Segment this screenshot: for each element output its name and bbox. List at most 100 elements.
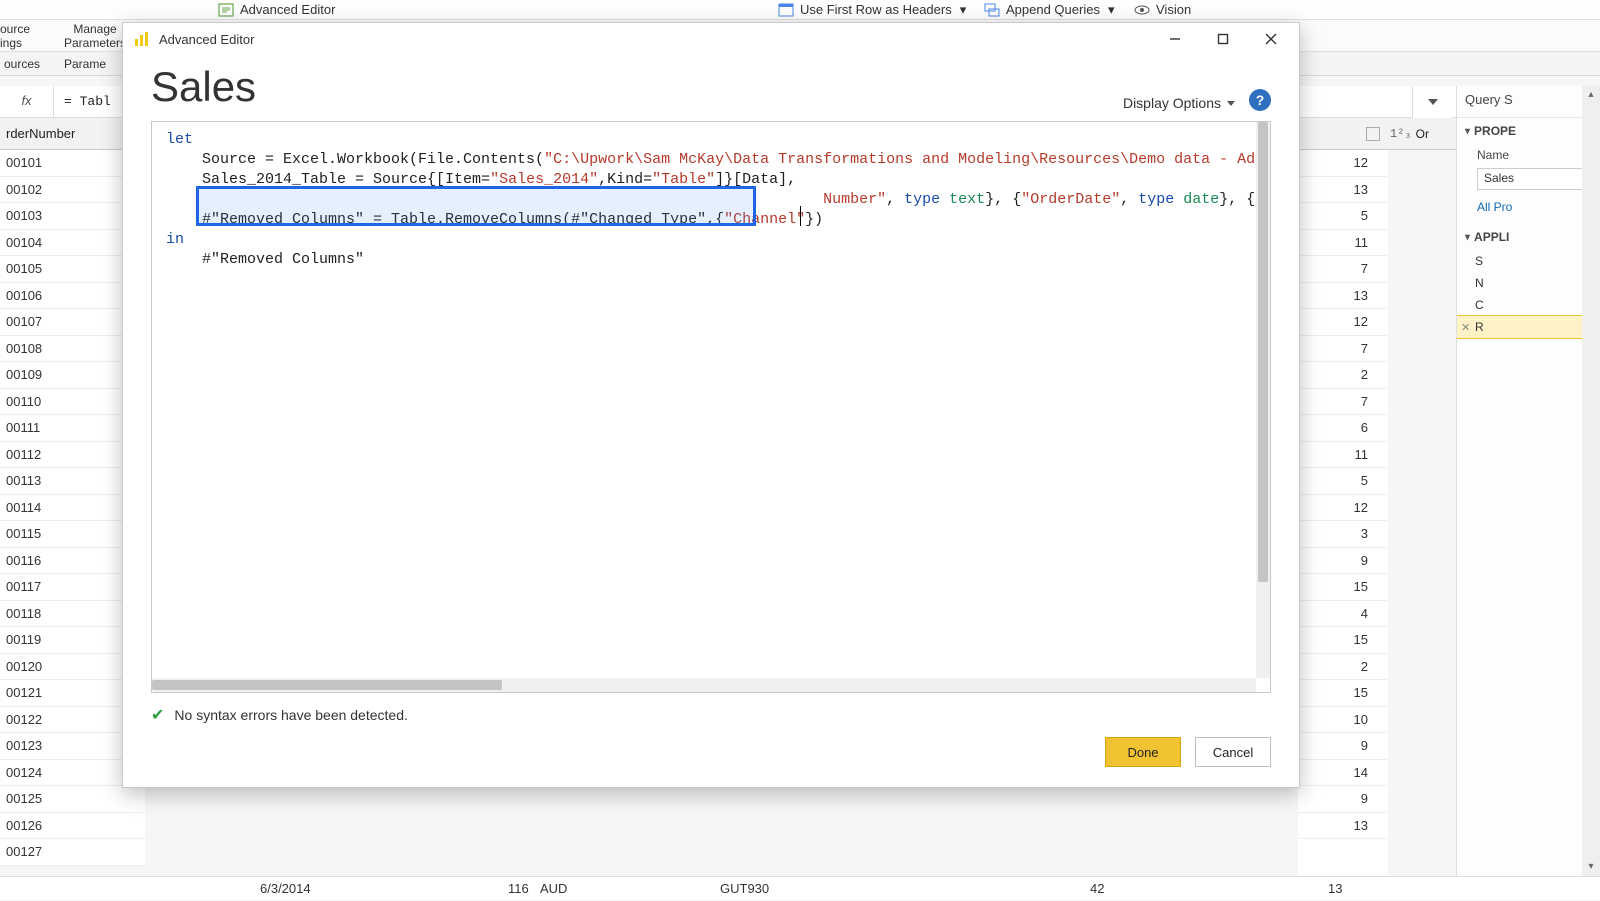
formula-bar-expand[interactable] [1412,86,1452,118]
cancel-button[interactable]: Cancel [1195,737,1271,767]
editor-vertical-scrollbar[interactable] [1256,122,1270,678]
background-status-bar: 6/3/2014 116 AUD GUT930 42 13 [0,876,1600,900]
code-editor[interactable]: let Source = Excel.Workbook(File.Content… [151,121,1271,693]
close-icon [1265,33,1277,45]
advanced-editor-dialog: Advanced Editor Sales Display Options ? … [122,22,1300,788]
table-cell[interactable]: 2 [1298,654,1388,681]
table-cell[interactable]: 12 [1298,150,1388,177]
table-cell[interactable]: 12 [1298,309,1388,336]
code-token: #"Removed Columns" = Table.RemoveColumns… [166,211,724,228]
code-token: }, { [1219,191,1255,208]
table-cell[interactable]: 2 [1298,362,1388,389]
delete-step-icon[interactable]: ✕ [1461,321,1470,334]
vision-label: Vision [1156,2,1191,17]
code-token: date [1183,191,1219,208]
table-cell[interactable]: 15 [1298,627,1388,654]
help-icon: ? [1256,92,1265,108]
chevron-down-icon [1428,99,1438,105]
table-cell[interactable]: 4 [1298,601,1388,628]
status-qty: 116 [508,877,529,900]
table-cell[interactable]: 3 [1298,521,1388,548]
status-curr: AUD [540,877,567,900]
code-icon [218,2,234,18]
table-cell[interactable]: 12 [1298,495,1388,522]
table-row[interactable]: 00126 [0,813,145,840]
code-token [1174,191,1183,208]
minimize-button[interactable] [1151,23,1199,55]
table-cell[interactable]: 9 [1298,548,1388,575]
query-settings-title: Query S [1457,86,1600,118]
manage-label: Manage [73,22,116,36]
scroll-down-icon[interactable]: ▾ [1582,858,1600,876]
scrollbar-thumb[interactable] [1258,122,1268,582]
datatype-number-icon: 1²₃ [1390,127,1412,141]
table-cell[interactable]: 5 [1298,468,1388,495]
fx-value[interactable]: = Tabl [54,94,111,109]
table-cell[interactable]: 7 [1298,336,1388,363]
code-token: , [886,191,904,208]
table-header-icon [778,2,794,18]
ribbon-use-first-row[interactable]: Use First Row as Headers ▾ [770,0,974,20]
fx-label: fx [0,86,54,117]
ribbon-advanced-editor[interactable]: Advanced Editor [210,0,343,20]
table-row[interactable]: 00125 [0,786,145,813]
query-name-input[interactable]: Sales [1477,168,1592,190]
table-cell[interactable]: 13 [1298,283,1388,310]
code-token: Source = Excel.Workbook(File.Contents( [166,151,544,168]
table-cell[interactable]: 5 [1298,203,1388,230]
table-cell[interactable]: 11 [1298,230,1388,257]
code-token [940,191,949,208]
table-cell[interactable]: 10 [1298,707,1388,734]
code-token: type [1138,191,1174,208]
code-token [166,191,823,208]
next-col-header[interactable]: 1²₃ Or [1388,118,1448,150]
chevron-down-icon [1227,101,1235,106]
table-cell[interactable]: 11 [1298,442,1388,469]
editor-horizontal-scrollbar[interactable] [152,678,1256,692]
scroll-up-icon[interactable]: ▴ [1582,86,1600,104]
ribbon-append-queries[interactable]: Append Queries ▾ [976,0,1122,20]
use-first-row-label: Use First Row as Headers [800,2,952,17]
table-cell[interactable]: 13 [1298,177,1388,204]
scrollbar-thumb[interactable] [152,680,502,690]
powerbi-logo-icon [133,30,151,48]
code-token: "C:\Upwork\Sam McKay\Data Transformation… [544,151,1270,168]
applied-step-selected[interactable]: ✕R [1457,316,1600,338]
table-cell[interactable]: 9 [1298,733,1388,760]
sources-group: ources [0,57,54,71]
status-num1: 42 [1090,877,1104,900]
table-cell[interactable]: 15 [1298,680,1388,707]
panel-scrollbar[interactable]: ▴ ▾ [1582,86,1600,876]
table-cell[interactable]: 14 [1298,760,1388,787]
right-col-header[interactable] [1298,118,1388,150]
table-cell[interactable]: 7 [1298,389,1388,416]
applied-step[interactable]: N [1457,272,1600,294]
code-token: , [1120,191,1138,208]
ribbon-vision[interactable]: Vision [1126,0,1199,20]
filter-dropdown-icon[interactable] [1366,127,1380,141]
applied-step[interactable]: S [1457,250,1600,272]
chevron-down-icon: ▾ [1465,232,1470,243]
dialog-titlebar[interactable]: Advanced Editor [123,23,1299,55]
all-properties-link[interactable]: All Pro [1457,198,1600,224]
table-cell[interactable]: 7 [1298,256,1388,283]
code-token: "Channel" [724,211,805,228]
table-cell[interactable]: 15 [1298,574,1388,601]
table-row[interactable]: 00127 [0,839,145,866]
code-token: text [949,191,985,208]
close-button[interactable] [1247,23,1295,55]
done-button[interactable]: Done [1105,737,1181,767]
applied-step[interactable]: C [1457,294,1600,316]
help-button[interactable]: ? [1249,89,1271,111]
table-cell[interactable]: 6 [1298,415,1388,442]
table-cell[interactable]: 13 [1298,813,1388,840]
query-settings-panel: Query S ▾PROPE Name Sales All Pro ▾APPLI… [1456,86,1600,876]
table-cell[interactable]: 9 [1298,786,1388,813]
code-token: let [166,131,193,148]
applied-steps-group[interactable]: ▾APPLI [1457,224,1600,250]
properties-group[interactable]: ▾PROPE [1457,118,1600,144]
code-token: Number" [823,191,886,208]
maximize-button[interactable] [1199,23,1247,55]
display-options-dropdown[interactable]: Display Options [1123,95,1235,111]
code-content[interactable]: let Source = Excel.Workbook(File.Content… [152,122,1270,692]
